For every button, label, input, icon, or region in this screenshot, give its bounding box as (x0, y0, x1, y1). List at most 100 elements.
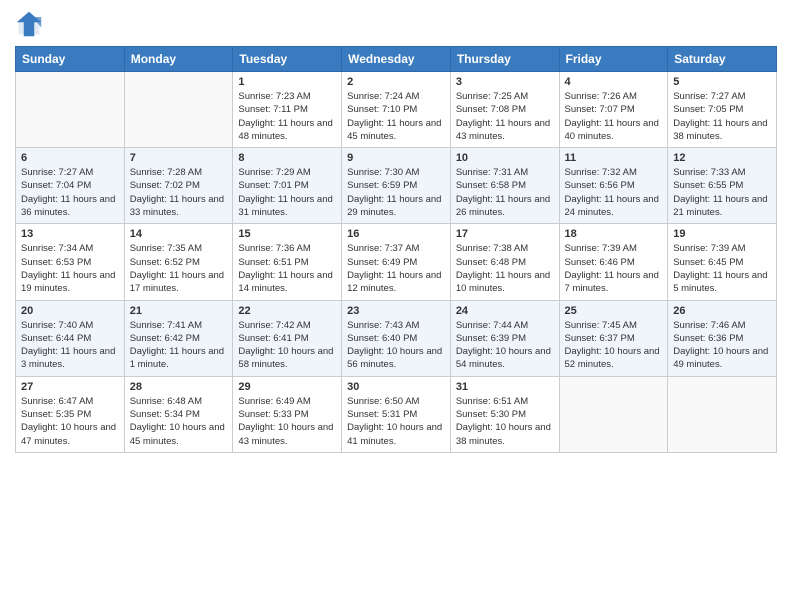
calendar-cell: 15 Sunrise: 7:36 AM Sunset: 6:51 PM Dayli… (233, 224, 342, 300)
week-row-2: 6Sunrise: 7:27 AM Sunset: 7:04 PM Daylig… (16, 148, 777, 224)
day-number: 19 (673, 228, 771, 240)
calendar-cell: 17 Sunrise: 7:38 AM Sunset: 6:48 PM Dayli… (450, 224, 559, 300)
calendar-cell: 9Sunrise: 7:30 AM Sunset: 6:59 PM Daylig… (342, 148, 451, 224)
logo-icon (15, 10, 43, 38)
day-number: 21 (130, 305, 228, 317)
calendar-cell: 19 Sunrise: 7:39 AM Sunset: 6:45 PM Dayli… (668, 224, 777, 300)
day-info: Sunrise: 7:32 AM Sunset: 6:56 PM Dayligh… (565, 166, 663, 219)
weekday-header-wednesday: Wednesday (342, 47, 451, 72)
day-info: Sunrise: 7:24 AM Sunset: 7:10 PM Dayligh… (347, 90, 445, 143)
calendar-cell (124, 72, 233, 148)
weekday-header-saturday: Saturday (668, 47, 777, 72)
day-number: 9 (347, 152, 445, 164)
calendar-cell: 11 Sunrise: 7:32 AM Sunset: 6:56 PM Dayli… (559, 148, 668, 224)
day-info: Sunrise: 7:36 AM Sunset: 6:51 PM Dayligh… (238, 242, 336, 295)
day-number: 29 (238, 381, 336, 393)
week-row-1: 1 Sunrise: 7:23 AM Sunset: 7:11 PM Daylig… (16, 72, 777, 148)
day-number: 16 (347, 228, 445, 240)
calendar-cell: 10 Sunrise: 7:31 AM Sunset: 6:58 PM Dayli… (450, 148, 559, 224)
day-info: Sunrise: 6:50 AM Sunset: 5:31 PM Dayligh… (347, 395, 445, 448)
day-number: 13 (21, 228, 119, 240)
calendar-cell (668, 376, 777, 452)
day-number: 24 (456, 305, 554, 317)
day-info: Sunrise: 7:26 AM Sunset: 7:07 PM Dayligh… (565, 90, 663, 143)
calendar-cell: 23 Sunrise: 7:43 AM Sunset: 6:40 PM Dayli… (342, 300, 451, 376)
calendar-cell: 12 Sunrise: 7:33 AM Sunset: 6:55 PM Dayli… (668, 148, 777, 224)
calendar-cell: 25Sunrise: 7:45 AM Sunset: 6:37 PM Dayli… (559, 300, 668, 376)
day-info: Sunrise: 7:37 AM Sunset: 6:49 PM Dayligh… (347, 242, 445, 295)
day-number: 14 (130, 228, 228, 240)
page: SundayMondayTuesdayWednesdayThursdayFrid… (0, 0, 792, 612)
day-number: 17 (456, 228, 554, 240)
weekday-header-friday: Friday (559, 47, 668, 72)
day-number: 25 (565, 305, 663, 317)
day-number: 11 (565, 152, 663, 164)
weekday-header-thursday: Thursday (450, 47, 559, 72)
day-number: 18 (565, 228, 663, 240)
calendar-cell: 1 Sunrise: 7:23 AM Sunset: 7:11 PM Daylig… (233, 72, 342, 148)
day-info: Sunrise: 7:38 AM Sunset: 6:48 PM Dayligh… (456, 242, 554, 295)
calendar-cell (559, 376, 668, 452)
day-info: Sunrise: 7:27 AM Sunset: 7:04 PM Dayligh… (21, 166, 119, 219)
day-number: 4 (565, 76, 663, 88)
day-info: Sunrise: 7:29 AM Sunset: 7:01 PM Dayligh… (238, 166, 336, 219)
calendar-cell: 24 Sunrise: 7:44 AM Sunset: 6:39 PM Dayli… (450, 300, 559, 376)
day-number: 31 (456, 381, 554, 393)
week-row-3: 13 Sunrise: 7:34 AM Sunset: 6:53 PM Dayli… (16, 224, 777, 300)
calendar-cell: 14 Sunrise: 7:35 AM Sunset: 6:52 PM Dayli… (124, 224, 233, 300)
day-number: 28 (130, 381, 228, 393)
day-number: 23 (347, 305, 445, 317)
calendar-cell: 18 Sunrise: 7:39 AM Sunset: 6:46 PM Dayli… (559, 224, 668, 300)
day-number: 12 (673, 152, 771, 164)
day-number: 27 (21, 381, 119, 393)
day-number: 7 (130, 152, 228, 164)
calendar-table: SundayMondayTuesdayWednesdayThursdayFrid… (15, 46, 777, 453)
calendar-cell: 5Sunrise: 7:27 AM Sunset: 7:05 PM Daylig… (668, 72, 777, 148)
calendar-cell: 6Sunrise: 7:27 AM Sunset: 7:04 PM Daylig… (16, 148, 125, 224)
day-info: Sunrise: 7:33 AM Sunset: 6:55 PM Dayligh… (673, 166, 771, 219)
day-info: Sunrise: 7:28 AM Sunset: 7:02 PM Dayligh… (130, 166, 228, 219)
day-number: 5 (673, 76, 771, 88)
calendar-cell: 13 Sunrise: 7:34 AM Sunset: 6:53 PM Dayli… (16, 224, 125, 300)
day-number: 10 (456, 152, 554, 164)
day-info: Sunrise: 7:39 AM Sunset: 6:45 PM Dayligh… (673, 242, 771, 295)
day-info: Sunrise: 7:25 AM Sunset: 7:08 PM Dayligh… (456, 90, 554, 143)
day-info: Sunrise: 7:23 AM Sunset: 7:11 PM Dayligh… (238, 90, 336, 143)
calendar-cell: 21 Sunrise: 7:41 AM Sunset: 6:42 PM Dayli… (124, 300, 233, 376)
day-info: Sunrise: 7:44 AM Sunset: 6:39 PM Dayligh… (456, 319, 554, 372)
day-number: 15 (238, 228, 336, 240)
calendar-cell: 26Sunrise: 7:46 AM Sunset: 6:36 PM Dayli… (668, 300, 777, 376)
calendar-cell: 3 Sunrise: 7:25 AM Sunset: 7:08 PM Daylig… (450, 72, 559, 148)
header (15, 10, 777, 38)
calendar-cell: 7 Sunrise: 7:28 AM Sunset: 7:02 PM Daylig… (124, 148, 233, 224)
day-info: Sunrise: 7:40 AM Sunset: 6:44 PM Dayligh… (21, 319, 119, 372)
calendar-cell: 2 Sunrise: 7:24 AM Sunset: 7:10 PM Daylig… (342, 72, 451, 148)
week-row-5: 27 Sunrise: 6:47 AM Sunset: 5:35 PM Dayli… (16, 376, 777, 452)
day-number: 20 (21, 305, 119, 317)
day-number: 1 (238, 76, 336, 88)
calendar-cell: 20 Sunrise: 7:40 AM Sunset: 6:44 PM Dayli… (16, 300, 125, 376)
day-number: 8 (238, 152, 336, 164)
week-row-4: 20 Sunrise: 7:40 AM Sunset: 6:44 PM Dayli… (16, 300, 777, 376)
day-info: Sunrise: 7:34 AM Sunset: 6:53 PM Dayligh… (21, 242, 119, 295)
day-info: Sunrise: 6:47 AM Sunset: 5:35 PM Dayligh… (21, 395, 119, 448)
day-info: Sunrise: 7:31 AM Sunset: 6:58 PM Dayligh… (456, 166, 554, 219)
day-info: Sunrise: 7:42 AM Sunset: 6:41 PM Dayligh… (238, 319, 336, 372)
weekday-header-row: SundayMondayTuesdayWednesdayThursdayFrid… (16, 47, 777, 72)
calendar-cell: 8 Sunrise: 7:29 AM Sunset: 7:01 PM Daylig… (233, 148, 342, 224)
calendar-cell: 28 Sunrise: 6:48 AM Sunset: 5:34 PM Dayli… (124, 376, 233, 452)
day-info: Sunrise: 7:35 AM Sunset: 6:52 PM Dayligh… (130, 242, 228, 295)
day-number: 3 (456, 76, 554, 88)
logo (15, 10, 47, 38)
day-info: Sunrise: 7:46 AM Sunset: 6:36 PM Dayligh… (673, 319, 771, 372)
day-number: 2 (347, 76, 445, 88)
day-info: Sunrise: 6:51 AM Sunset: 5:30 PM Dayligh… (456, 395, 554, 448)
calendar-cell: 4 Sunrise: 7:26 AM Sunset: 7:07 PM Daylig… (559, 72, 668, 148)
calendar-cell: 22Sunrise: 7:42 AM Sunset: 6:41 PM Dayli… (233, 300, 342, 376)
day-info: Sunrise: 7:39 AM Sunset: 6:46 PM Dayligh… (565, 242, 663, 295)
day-info: Sunrise: 6:48 AM Sunset: 5:34 PM Dayligh… (130, 395, 228, 448)
day-info: Sunrise: 7:43 AM Sunset: 6:40 PM Dayligh… (347, 319, 445, 372)
calendar-cell: 27 Sunrise: 6:47 AM Sunset: 5:35 PM Dayli… (16, 376, 125, 452)
calendar-cell: 30Sunrise: 6:50 AM Sunset: 5:31 PM Dayli… (342, 376, 451, 452)
day-info: Sunrise: 7:41 AM Sunset: 6:42 PM Dayligh… (130, 319, 228, 372)
